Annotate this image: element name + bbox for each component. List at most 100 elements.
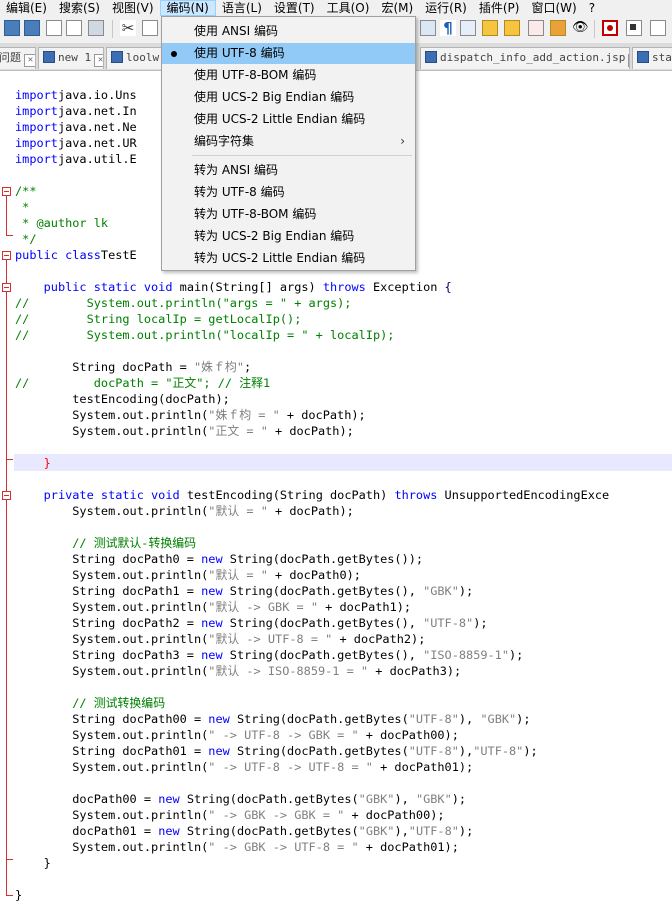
word-wrap-icon[interactable] xyxy=(420,20,436,36)
code-token: + docPath); xyxy=(267,424,354,438)
code-line: System.out.println("默认 -> ISO-8859-1 = "… xyxy=(15,663,609,679)
menu-item-label: 转为 UTF-8 编码 xyxy=(194,185,285,199)
code-token: private static void xyxy=(43,488,180,502)
menu-macro[interactable]: 宏(M) xyxy=(375,0,419,16)
toolbar-separator xyxy=(594,20,595,38)
open-folder-icon[interactable] xyxy=(550,20,566,36)
code-line: } xyxy=(15,455,609,471)
menu-item-convert-ansi[interactable]: 转为 ANSI 编码 xyxy=(162,160,415,181)
code-token: String(docPath.getBytes( xyxy=(229,744,409,758)
code-token: new xyxy=(201,584,223,598)
close-tab-icon[interactable]: ✕ xyxy=(24,54,35,67)
menu-item-convert-utf8-bom[interactable]: 转为 UTF-8-BOM 编码 xyxy=(162,204,415,225)
fold-toggle-icon[interactable] xyxy=(2,283,11,292)
code-token: ; xyxy=(243,360,252,374)
code-token: } xyxy=(43,456,51,470)
menu-settings[interactable]: 设置(T) xyxy=(268,0,321,16)
code-token: java.net.In xyxy=(57,104,137,118)
close-all-icon[interactable] xyxy=(66,20,82,36)
code-line: } xyxy=(15,855,609,871)
code-line: System.out.println("默认 -> UTF-8 = " + do… xyxy=(15,631,609,647)
menu-item-use-ucs2-be[interactable]: 使用 UCS-2 Big Endian 编码 xyxy=(162,87,415,108)
code-line: System.out.println("正文 = " + docPath); xyxy=(15,423,609,439)
menu-search[interactable]: 搜索(S) xyxy=(53,0,106,16)
code-token: new xyxy=(201,552,223,566)
code-line: String docPath3 = new String(docPath.get… xyxy=(15,647,609,663)
tab-problems[interactable]: 问题 ✕ xyxy=(0,47,36,69)
playback-macro-icon[interactable] xyxy=(650,20,666,36)
menu-help[interactable]: ? xyxy=(583,0,601,16)
close-file-icon[interactable] xyxy=(46,20,62,36)
code-token: "GBK" xyxy=(358,824,395,838)
menu-view[interactable]: 视图(V) xyxy=(106,0,160,16)
menu-item-convert-ucs2-be[interactable]: 转为 UCS-2 Big Endian 编码 xyxy=(162,226,415,247)
code-token: { xyxy=(444,280,452,294)
menu-window[interactable]: 窗口(W) xyxy=(525,0,582,16)
code-token: String(docPath.getBytes( xyxy=(229,712,409,726)
menu-item-character-sets[interactable]: 编码字符集 › xyxy=(162,131,415,152)
code-token: ); xyxy=(451,792,467,806)
fold-toggle-icon[interactable] xyxy=(2,251,11,260)
code-token: new xyxy=(201,648,223,662)
print-icon[interactable] xyxy=(88,20,104,36)
code-token: // docPath = "正文"; // 注释1 xyxy=(15,376,271,390)
tab-loolw[interactable]: loolw xyxy=(106,47,166,69)
menu-item-use-utf8[interactable]: 使用 UTF-8 编码 xyxy=(162,43,415,64)
tab-dispatch-info-add-action[interactable]: dispatch_info_add_action.jsp✕ xyxy=(420,47,630,69)
close-tab-icon[interactable]: ✕ xyxy=(94,54,103,67)
folder-as-workspace-icon[interactable] xyxy=(528,20,544,36)
code-token: "GBK" xyxy=(480,712,517,726)
code-token: // System.out.println("localIp = " + loc… xyxy=(15,328,395,342)
code-token: java.net.UR xyxy=(57,136,137,150)
menu-encoding[interactable]: 编码(N) xyxy=(159,0,216,16)
code-token: + docPath1); xyxy=(317,600,412,614)
menu-item-use-utf8-bom[interactable]: 使用 UTF-8-BOM 编码 xyxy=(162,65,415,86)
tab-label: sta xyxy=(652,51,672,64)
code-line: String docPath1 = new String(docPath.get… xyxy=(15,583,609,599)
document-map-icon[interactable] xyxy=(482,20,498,36)
code-token: + docPath00); xyxy=(344,808,445,822)
menu-item-label: 转为 UCS-2 Big Endian 编码 xyxy=(194,229,355,243)
code-token: // String localIp = getLocalIp(); xyxy=(15,312,302,326)
record-macro-icon[interactable] xyxy=(602,20,618,36)
code-token: public static void xyxy=(43,280,173,294)
code-line: // System.out.println("localIp = " + loc… xyxy=(15,327,609,343)
indent-guide-icon[interactable] xyxy=(460,20,476,36)
tab-label: dispatch_info_add_action.jsp xyxy=(440,51,626,64)
function-list-icon[interactable] xyxy=(504,20,520,36)
close-tab-icon[interactable]: ✕ xyxy=(628,54,629,67)
save-icon[interactable] xyxy=(4,20,20,36)
menu-item-convert-ucs2-le[interactable]: 转为 UCS-2 Little Endian 编码 xyxy=(162,248,415,269)
menu-item-use-ucs2-le[interactable]: 使用 UCS-2 Little Endian 编码 xyxy=(162,109,415,130)
tab-new-1[interactable]: new 1 ✕ xyxy=(38,47,104,69)
tab-sta[interactable]: sta xyxy=(632,47,672,69)
menu-item-convert-utf8[interactable]: 转为 UTF-8 编码 xyxy=(162,182,415,203)
copy-icon[interactable] xyxy=(142,20,158,36)
save-all-icon[interactable] xyxy=(24,20,40,36)
code-token: import xyxy=(15,104,58,118)
cut-icon[interactable]: ✂ xyxy=(120,20,136,36)
fold-toggle-icon[interactable] xyxy=(2,187,11,196)
monitoring-eye-icon[interactable]: 👁 xyxy=(572,20,589,36)
menu-language[interactable]: 语言(L) xyxy=(216,0,268,16)
code-token: public xyxy=(15,248,58,262)
fold-toggle-icon[interactable] xyxy=(2,491,11,500)
fold-end xyxy=(6,895,13,896)
code-token: String(docPath.getBytes(), xyxy=(222,648,424,662)
code-token: + docPath00); xyxy=(358,728,459,742)
menu-edit[interactable]: 编辑(E) xyxy=(0,0,53,16)
file-icon xyxy=(637,51,649,63)
code-token: "UTF-8" xyxy=(408,712,459,726)
menu-plugins[interactable]: 插件(P) xyxy=(473,0,526,16)
code-token: System.out.println( xyxy=(15,728,209,742)
show-all-characters-icon[interactable]: ¶ xyxy=(440,20,456,36)
menu-tools[interactable]: 工具(O) xyxy=(321,0,376,16)
code-token: docPath00 = xyxy=(15,792,159,806)
menu-item-use-ansi[interactable]: 使用 ANSI 编码 xyxy=(162,21,415,42)
code-token: main(String[] args) xyxy=(172,280,323,294)
menu-item-label: 使用 UTF-8-BOM 编码 xyxy=(194,68,317,82)
menu-run[interactable]: 运行(R) xyxy=(419,0,473,16)
stop-recording-icon[interactable] xyxy=(626,20,642,36)
